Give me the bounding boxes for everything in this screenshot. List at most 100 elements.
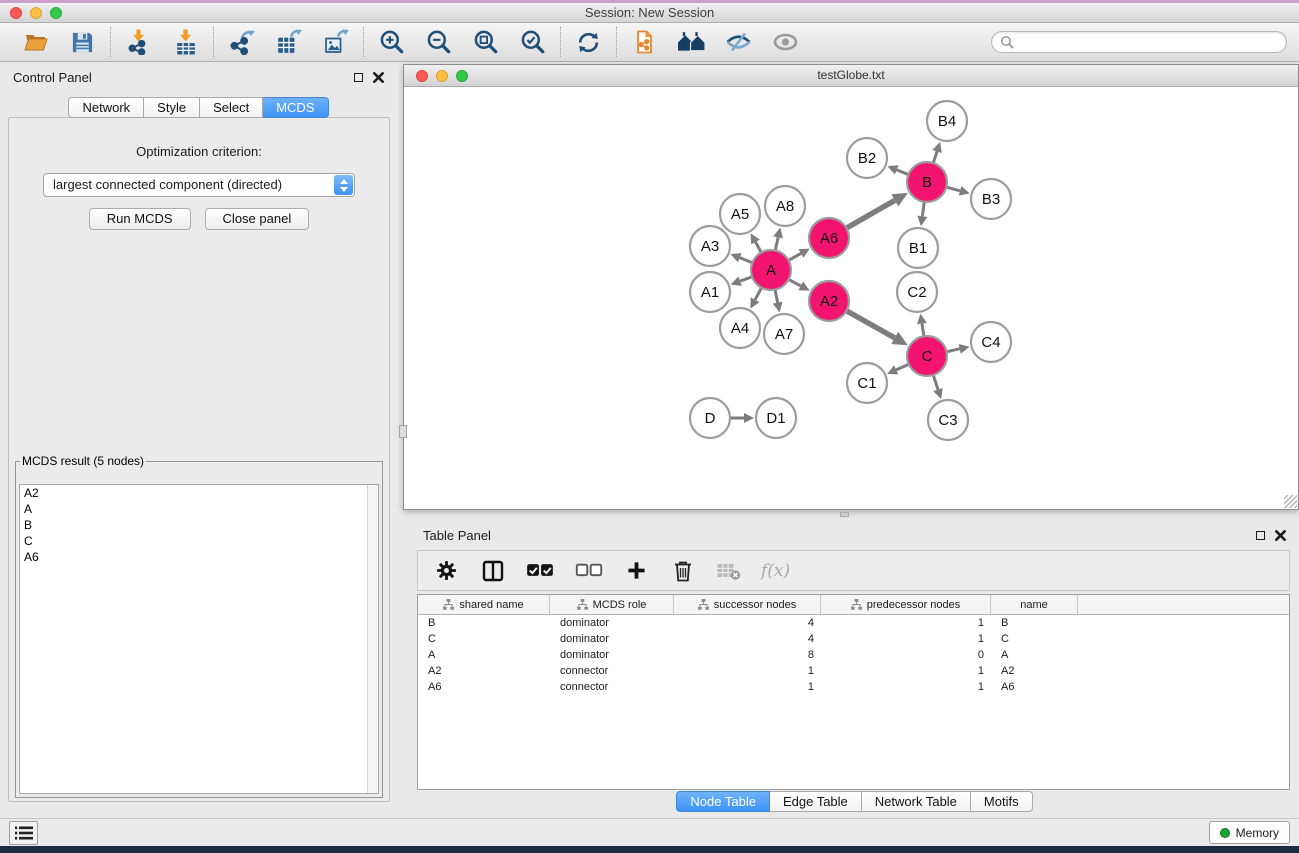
graph-node[interactable]: B4 — [927, 101, 967, 141]
cell-mcds-role[interactable]: dominator — [550, 631, 674, 647]
deselect-all-columns-icon[interactable] — [574, 557, 604, 584]
tab-motifs[interactable]: Motifs — [971, 791, 1033, 812]
zoom-selected-icon[interactable] — [519, 29, 546, 56]
graph-node[interactable]: C — [907, 336, 947, 376]
network-graph[interactable]: B4B2BB3B1A5A8A6A3AA1A2C2A4A7C4CC1C3DD1 — [404, 87, 1298, 509]
graph-node[interactable]: A5 — [720, 194, 760, 234]
close-panel-button[interactable]: Close panel — [205, 208, 310, 230]
cell-name[interactable]: A — [991, 647, 1078, 663]
result-scrollbar[interactable] — [367, 485, 378, 793]
cell-shared-name[interactable]: A2 — [418, 663, 550, 679]
cell-shared-name[interactable]: A6 — [418, 679, 550, 695]
table-row[interactable]: A6connector11A6 — [418, 679, 1289, 695]
select-all-columns-icon[interactable] — [525, 557, 555, 584]
cell-mcds-role[interactable]: dominator — [550, 615, 674, 631]
cell-name[interactable]: A2 — [991, 663, 1078, 679]
save-session-icon[interactable] — [69, 29, 96, 56]
graph-edge[interactable] — [740, 277, 752, 281]
zoom-window-button[interactable] — [50, 7, 62, 19]
tab-node-table[interactable]: Node Table — [676, 791, 770, 812]
graph-node[interactable]: A8 — [765, 186, 805, 226]
float-panel-icon[interactable] — [354, 73, 363, 82]
graph-node[interactable]: D — [690, 398, 730, 438]
hide-graphics-details-icon[interactable] — [725, 29, 752, 56]
graph-node[interactable]: C3 — [928, 400, 968, 440]
cell-shared-name[interactable]: A — [418, 647, 550, 663]
graph-node[interactable]: B2 — [847, 138, 887, 178]
tab-network-table[interactable]: Network Table — [862, 791, 971, 812]
column-header-predecessor-nodes[interactable]: predecessor nodes — [821, 595, 991, 614]
cell-successor-nodes[interactable]: 4 — [674, 631, 821, 647]
result-item[interactable]: C — [20, 533, 378, 549]
graph-edge[interactable] — [755, 288, 761, 300]
cell-name[interactable]: A6 — [991, 679, 1078, 695]
graph-node[interactable]: A6 — [809, 218, 849, 258]
mcds-result-list[interactable]: A2ABCA6 — [19, 484, 379, 794]
cell-predecessor-nodes[interactable]: 1 — [821, 663, 991, 679]
graph-edge[interactable] — [922, 324, 924, 337]
show-columns-icon[interactable] — [479, 557, 506, 584]
import-network-icon[interactable] — [125, 29, 152, 56]
memory-button[interactable]: Memory — [1209, 821, 1290, 844]
graph-node[interactable]: B — [907, 162, 947, 202]
cell-mcds-role[interactable]: connector — [550, 663, 674, 679]
tab-edge-table[interactable]: Edge Table — [770, 791, 862, 812]
export-network-icon[interactable] — [228, 29, 255, 56]
minimize-network-window-button[interactable] — [436, 70, 448, 82]
window-resize-gripper[interactable] — [1284, 495, 1297, 508]
export-table-icon[interactable] — [275, 29, 302, 56]
cell-successor-nodes[interactable]: 4 — [674, 615, 821, 631]
result-item[interactable]: A6 — [20, 549, 378, 565]
graph-node[interactable]: A2 — [809, 281, 849, 321]
delete-table-icon[interactable] — [715, 557, 742, 584]
cell-successor-nodes[interactable]: 1 — [674, 663, 821, 679]
graph-edge[interactable] — [897, 170, 909, 175]
column-header-successor-nodes[interactable]: successor nodes — [674, 595, 821, 614]
tab-select[interactable]: Select — [200, 97, 263, 118]
graph-node[interactable]: A1 — [690, 272, 730, 312]
cell-successor-nodes[interactable]: 1 — [674, 679, 821, 695]
cell-name[interactable]: C — [991, 631, 1078, 647]
tab-network[interactable]: Network — [68, 97, 144, 118]
run-mcds-button[interactable]: Run MCDS — [89, 208, 191, 230]
column-header-mcds-role[interactable]: MCDS role — [550, 595, 674, 614]
graph-node[interactable]: A3 — [690, 226, 730, 266]
zoom-fit-icon[interactable] — [472, 29, 499, 56]
open-session-icon[interactable] — [22, 29, 49, 56]
graph-edge[interactable] — [922, 202, 924, 216]
add-column-icon[interactable] — [623, 557, 650, 584]
float-table-panel-icon[interactable] — [1256, 531, 1265, 540]
apply-function-icon[interactable]: f(x) — [761, 561, 790, 581]
cell-name[interactable]: B — [991, 615, 1078, 631]
result-item[interactable]: A — [20, 501, 378, 517]
delete-columns-icon[interactable] — [669, 557, 696, 584]
table-row[interactable]: Adominator80A — [418, 647, 1289, 663]
graph-edge[interactable] — [896, 364, 909, 370]
zoom-network-window-button[interactable] — [456, 70, 468, 82]
graph-edge[interactable] — [775, 237, 778, 250]
cell-predecessor-nodes[interactable]: 1 — [821, 679, 991, 695]
cell-mcds-role[interactable]: connector — [550, 679, 674, 695]
tab-style[interactable]: Style — [144, 97, 200, 118]
table-row[interactable]: A2connector11A2 — [418, 663, 1289, 679]
graph-edge[interactable] — [775, 290, 778, 303]
table-settings-icon[interactable] — [433, 557, 460, 584]
home-icon[interactable] — [678, 29, 705, 56]
zoom-out-icon[interactable] — [425, 29, 452, 56]
refresh-icon[interactable] — [575, 29, 602, 56]
cell-predecessor-nodes[interactable]: 1 — [821, 631, 991, 647]
horizontal-splitter-knob[interactable] — [840, 512, 849, 517]
graph-node[interactable]: C4 — [971, 322, 1011, 362]
cell-mcds-role[interactable]: dominator — [550, 647, 674, 663]
close-table-panel-icon[interactable] — [1275, 530, 1286, 541]
graph-edge[interactable] — [789, 253, 801, 260]
cell-predecessor-nodes[interactable]: 1 — [821, 615, 991, 631]
graph-node[interactable]: C2 — [897, 272, 937, 312]
graph-edge[interactable] — [846, 200, 895, 228]
result-item[interactable]: A2 — [20, 485, 378, 501]
graph-edge[interactable] — [789, 279, 801, 285]
graph-node[interactable]: C1 — [847, 363, 887, 403]
graph-edge[interactable] — [755, 242, 761, 253]
network-canvas[interactable]: B4B2BB3B1A5A8A6A3AA1A2C2A4A7C4CC1C3DD1 — [404, 87, 1298, 509]
task-history-button[interactable] — [9, 821, 38, 845]
